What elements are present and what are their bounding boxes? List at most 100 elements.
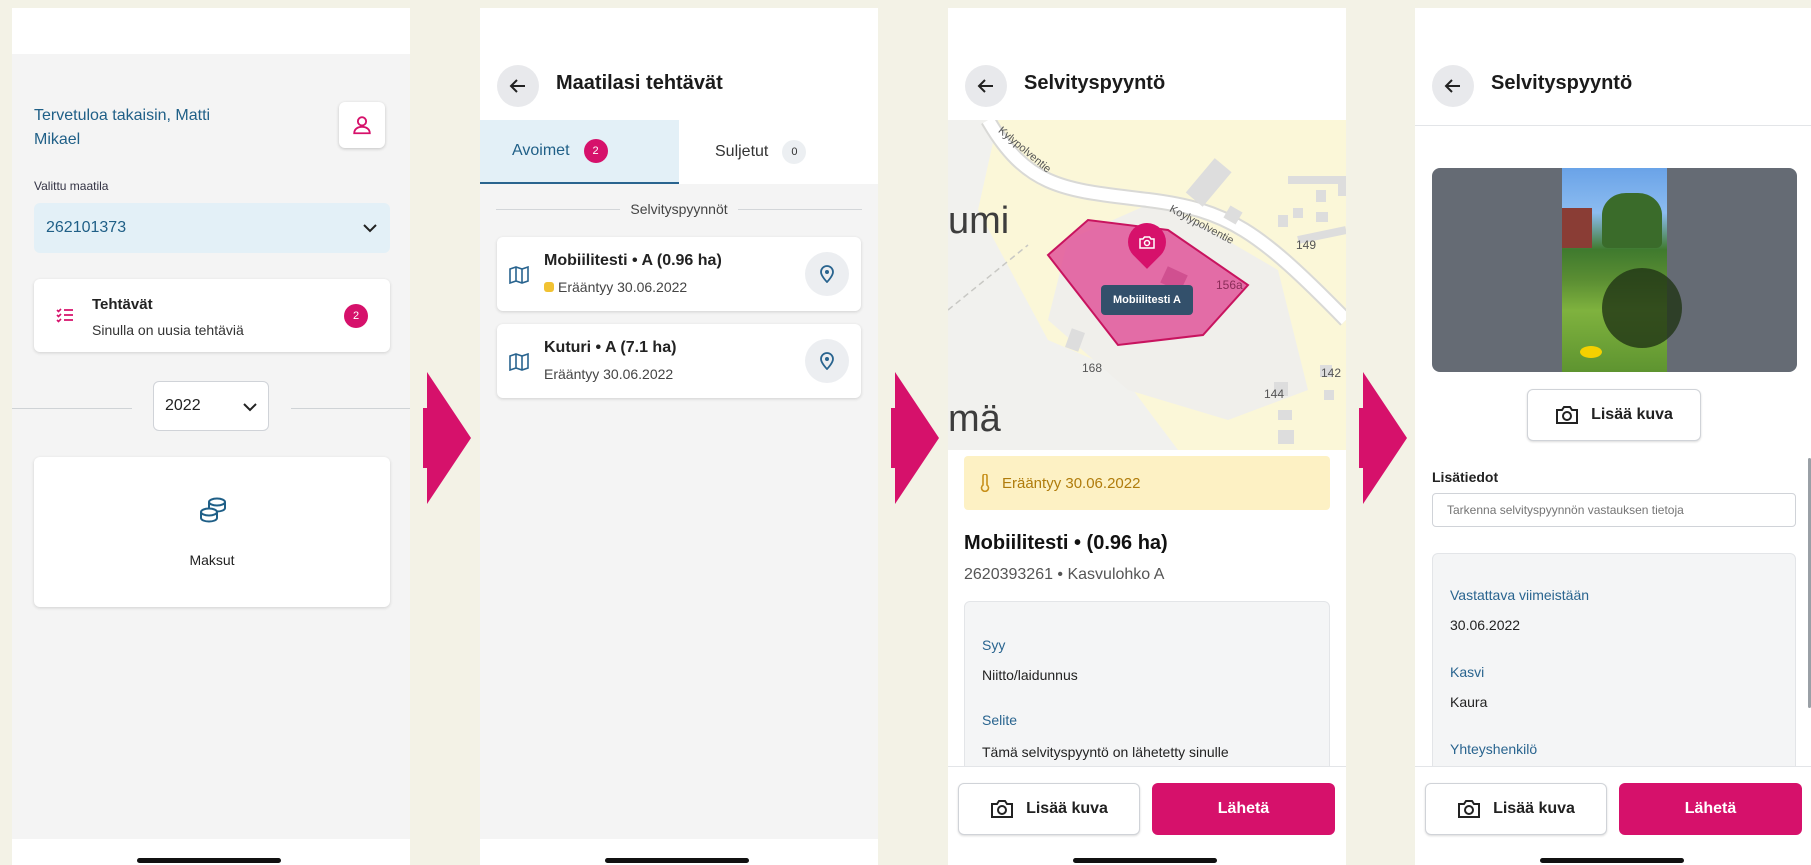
send-button[interactable]: Lähetä bbox=[1619, 783, 1802, 835]
list-item-title: Kuturi • A (7.1 ha) bbox=[544, 339, 677, 356]
map-house-number: 149 bbox=[1296, 238, 1317, 252]
camera-icon bbox=[991, 800, 1014, 818]
crop-label: Kasvi bbox=[1450, 664, 1485, 680]
parcel-subheading: 2620393261 • Kasvulohko A bbox=[964, 566, 1165, 583]
map-house-number: 144 bbox=[1264, 387, 1285, 401]
back-button[interactable] bbox=[1432, 65, 1474, 107]
payments-label: Maksut bbox=[189, 552, 235, 568]
location-pin-icon bbox=[820, 265, 834, 283]
page-title: Selvityspyyntö bbox=[1024, 72, 1166, 94]
map-place-label: mä bbox=[948, 398, 1001, 440]
home-indicator bbox=[137, 858, 281, 863]
home-indicator bbox=[1540, 858, 1684, 863]
profile-button[interactable] bbox=[339, 102, 385, 148]
action-bar: Lisää kuva Lähetä bbox=[1415, 766, 1811, 865]
user-icon bbox=[353, 116, 371, 135]
tasks-card[interactable]: Tehtävät Sinulla on uusia tehtäviä 2 bbox=[34, 279, 390, 352]
tab-open[interactable]: Avoimet 2 bbox=[480, 120, 679, 184]
deadline-value: 30.06.2022 bbox=[1450, 617, 1521, 633]
add-photo-label: Lisää kuva bbox=[1493, 800, 1575, 817]
camera-icon bbox=[1139, 236, 1155, 249]
camera-icon bbox=[1556, 406, 1579, 424]
home-indicator bbox=[1073, 858, 1217, 863]
farm-label: Valittu maatila bbox=[34, 179, 109, 193]
screen-home: Tervetuloa takaisin, Matti Mikael Valitt… bbox=[12, 8, 410, 865]
photo-trees bbox=[1602, 193, 1662, 248]
add-photo-button[interactable]: Lisää kuva bbox=[958, 783, 1140, 835]
arrow-left-icon bbox=[509, 79, 525, 93]
header: Selvityspyyntö bbox=[948, 8, 1346, 120]
photo-preview bbox=[1432, 168, 1797, 372]
back-button[interactable] bbox=[965, 65, 1007, 107]
list-item-due: Erääntyy 30.06.2022 bbox=[544, 366, 674, 382]
task-list-icon bbox=[56, 308, 73, 323]
home-indicator bbox=[605, 858, 749, 863]
reason-value: Niitto/laidunnus bbox=[982, 667, 1078, 683]
tab-closed-count: 0 bbox=[782, 140, 807, 164]
map-icon bbox=[509, 353, 529, 371]
photo-house bbox=[1562, 208, 1592, 248]
year-select-value: 2022 bbox=[165, 397, 201, 414]
tasks-subtitle: Sinulla on uusia tehtäviä bbox=[92, 322, 244, 338]
deadline-label: Vastattava viimeistään bbox=[1450, 587, 1590, 603]
map-place-label: umi bbox=[948, 200, 1010, 242]
parcel-heading: Mobiilitesti • (0.96 ha) bbox=[964, 532, 1168, 554]
header: Maatilasi tehtävät bbox=[480, 8, 878, 120]
add-photo-center-button[interactable]: Lisää kuva bbox=[1527, 389, 1701, 441]
explanation-value: Tämä selvityspyyntö on lähetetty sinulle bbox=[982, 744, 1229, 760]
photo-image[interactable] bbox=[1562, 168, 1682, 372]
tasks-count-badge: 2 bbox=[344, 304, 368, 328]
section-label: Selvityspyynnöt bbox=[480, 201, 878, 217]
explanation-label: Selite bbox=[982, 712, 1018, 728]
map-view[interactable]: Kylypolventie Koylypolventie umi mä 149 … bbox=[948, 120, 1346, 450]
farm-select-value: 262101373 bbox=[46, 219, 127, 236]
tab-closed[interactable]: Suljetut 0 bbox=[679, 120, 878, 184]
parcel-label: Mobiilitesti A bbox=[1101, 285, 1193, 315]
arrow-left-icon bbox=[977, 79, 993, 93]
extra-info-label: Lisätiedot bbox=[1432, 469, 1499, 485]
locate-button[interactable] bbox=[805, 252, 849, 296]
due-banner: Erääntyy 30.06.2022 bbox=[964, 456, 1330, 510]
back-button[interactable] bbox=[497, 65, 539, 107]
add-photo-center-label: Lisää kuva bbox=[1591, 406, 1673, 423]
tab-open-label: Avoimet bbox=[512, 142, 570, 159]
list-item[interactable]: Mobiilitesti • A (0.96 ha) Erääntyy 30.0… bbox=[497, 237, 861, 311]
year-select[interactable]: 2022 bbox=[153, 381, 269, 431]
page-title: Maatilasi tehtävät bbox=[556, 72, 723, 94]
screen-request-form: Selvityspyyntö Lisää kuva Lisätiedot Vas… bbox=[1415, 8, 1811, 865]
header: Selvityspyyntö bbox=[1415, 8, 1811, 126]
send-button[interactable]: Lähetä bbox=[1152, 783, 1335, 835]
tab-closed-label: Suljetut bbox=[715, 143, 769, 160]
map-house-number: 156a bbox=[1216, 278, 1243, 292]
details-box: Vastattava viimeistään 30.06.2022 Kasvi … bbox=[1432, 553, 1796, 773]
tasks-title: Tehtävät bbox=[92, 296, 153, 313]
farm-select[interactable]: 262101373 bbox=[34, 203, 390, 253]
camera-icon bbox=[1458, 800, 1481, 818]
add-photo-button[interactable]: Lisää kuva bbox=[1425, 783, 1607, 835]
screen-tasks: Maatilasi tehtävät Avoimet 2 Suljetut 0 … bbox=[480, 8, 878, 865]
contact-label: Yhteyshenkilö bbox=[1450, 741, 1538, 757]
map-icon bbox=[509, 266, 529, 284]
location-pin-icon bbox=[820, 352, 834, 370]
arrow-left-icon bbox=[1444, 79, 1460, 93]
divider-left bbox=[12, 408, 132, 409]
reason-label: Syy bbox=[982, 637, 1006, 653]
list-item[interactable]: Kuturi • A (7.1 ha) Erääntyy 30.06.2022 bbox=[497, 324, 861, 398]
thermometer-icon bbox=[980, 474, 990, 492]
locate-button[interactable] bbox=[805, 339, 849, 383]
extra-info-input[interactable] bbox=[1432, 493, 1796, 527]
coins-icon bbox=[200, 497, 226, 523]
warning-dot bbox=[544, 282, 554, 292]
screen-request-detail: Selvityspyyntö Kylypolventie Koylypolven… bbox=[948, 8, 1346, 865]
list-item-title: Mobiilitesti • A (0.96 ha) bbox=[544, 252, 722, 269]
divider-right bbox=[291, 408, 410, 409]
list-item-due: Erääntyy 30.06.2022 bbox=[558, 279, 688, 295]
chevron-down-icon bbox=[363, 224, 377, 233]
flow-arrow-3 bbox=[1359, 372, 1407, 504]
status-area bbox=[12, 8, 410, 54]
page-title: Selvityspyyntö bbox=[1491, 72, 1633, 94]
payments-card[interactable]: Maksut bbox=[34, 457, 390, 607]
crop-value: Kaura bbox=[1450, 694, 1488, 710]
photo-flowers bbox=[1580, 346, 1602, 358]
flow-arrow-1 bbox=[423, 372, 471, 504]
